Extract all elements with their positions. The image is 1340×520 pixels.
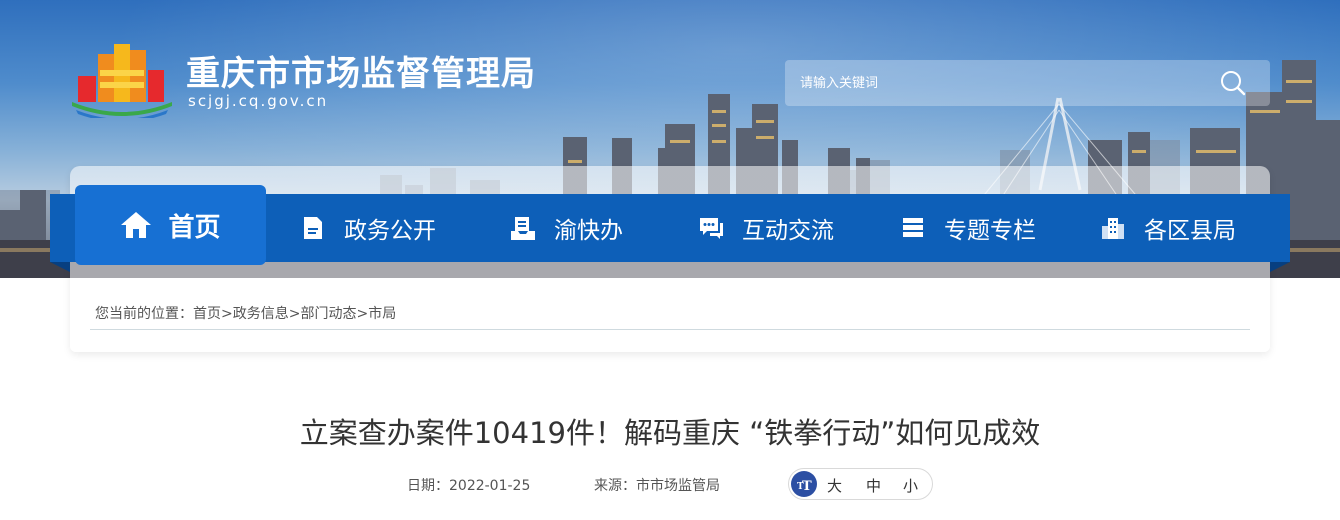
search-box <box>785 60 1270 106</box>
font-size-control: T T 大 中 小 <box>788 468 933 500</box>
font-size-small-button[interactable]: 小 <box>903 475 918 496</box>
nav-item-districts[interactable]: 各区县局 <box>1100 194 1236 262</box>
buildings-icon <box>1102 218 1124 239</box>
breadcrumb-divider <box>90 329 1250 330</box>
breadcrumb: 您当前的位置：首页>政务信息>部门动态>市局 <box>95 303 396 323</box>
nav-item-gov-affairs[interactable]: 政务公开 <box>300 194 436 262</box>
nav-item-home[interactable]: 首页 <box>75 185 266 265</box>
font-size-large-button[interactable]: 大 <box>827 475 842 496</box>
nav-item-label: 互动交流 <box>742 218 834 244</box>
site-domain: scjgj.cq.gov.cn <box>188 92 329 110</box>
font-size-icon: T T <box>791 471 817 497</box>
svg-text:T: T <box>802 479 812 494</box>
chat-icon <box>700 218 723 239</box>
breadcrumb-item-city-bureau[interactable]: 市局 <box>368 306 396 322</box>
nav-item-label: 首页 <box>168 212 221 243</box>
search-input[interactable] <box>785 60 1215 106</box>
source-label: 来源： <box>594 478 636 494</box>
breadcrumb-separator: > <box>356 306 369 322</box>
breadcrumb-item-dept-news[interactable]: 部门动态 <box>300 306 356 322</box>
breadcrumb-prefix: 您当前的位置： <box>95 306 193 322</box>
source-value: 市市场监管局 <box>636 478 720 494</box>
date-value: 2022-01-25 <box>449 478 531 494</box>
nav-item-special-topics[interactable]: 专题专栏 <box>900 194 1036 262</box>
nav-item-label: 专题专栏 <box>944 218 1036 244</box>
nav-item-label: 渝快办 <box>554 218 623 244</box>
nav-item-label: 各区县局 <box>1144 218 1236 244</box>
article-source: 来源：市市场监管局 <box>594 475 720 495</box>
font-size-medium-button[interactable]: 中 <box>866 475 881 496</box>
nav-item-label: 政务公开 <box>344 218 436 244</box>
nav-item-interaction[interactable]: 互动交流 <box>698 194 834 262</box>
site-logo-icon[interactable] <box>70 40 174 118</box>
article-title: 立案查办案件10419件！解码重庆 “铁拳行动”如何见成效 <box>299 416 1041 450</box>
article-date: 日期：2022-01-25 <box>407 475 530 495</box>
stack-icon <box>903 218 923 237</box>
breadcrumb-separator: > <box>221 306 233 322</box>
breadcrumb-item-home[interactable]: 首页 <box>193 306 221 322</box>
date-label: 日期： <box>407 478 449 494</box>
site-title[interactable]: 重庆市市场监督管理局 <box>186 46 536 95</box>
inbox-icon <box>511 217 535 240</box>
breadcrumb-separator: > <box>288 306 301 322</box>
home-icon <box>121 212 152 238</box>
breadcrumb-item-gov-info[interactable]: 政务信息 <box>233 306 289 322</box>
document-icon <box>304 217 322 239</box>
search-icon[interactable] <box>1217 68 1249 98</box>
nav-item-yukuaiban[interactable]: 渝快办 <box>510 194 623 262</box>
